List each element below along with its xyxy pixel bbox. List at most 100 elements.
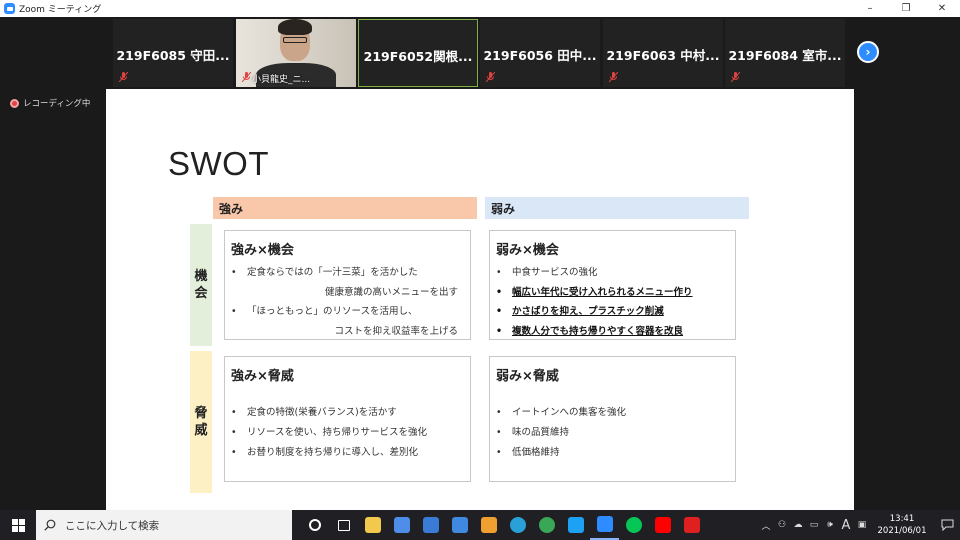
taskbar-app-acrobat[interactable]: [677, 510, 706, 540]
participant-tile[interactable]: 219F6085 守田...: [113, 19, 233, 87]
mail-icon: [451, 517, 468, 533]
column-header-weakness: 弱み: [485, 197, 749, 219]
taskbar-app-twitter[interactable]: [561, 510, 590, 540]
taskbar-app-youtube[interactable]: [648, 510, 677, 540]
participant-name: 219F6085 守田...: [116, 48, 230, 63]
taskbar-app-mail-at[interactable]: [416, 510, 445, 540]
ime-mode-indicator[interactable]: A: [838, 518, 854, 533]
taskbar-clock[interactable]: 13:41 2021/06/01: [870, 513, 934, 537]
swot-box-list: イートインへの集客を強化 味の品質維持 低価格維持: [496, 403, 731, 463]
participant-tile-active-speaker[interactable]: 219F6052関根...: [358, 19, 478, 87]
gallery-next-page-button[interactable]: ›: [857, 41, 879, 63]
swot-box-strength-threat: 強み×脅威 定食の特徴(栄養バランス)を活かす リソースを使い、持ち帰りサービス…: [224, 356, 471, 482]
taskbar-app-edge[interactable]: [503, 510, 532, 540]
participant-tile[interactable]: 219F6056 田中...: [480, 19, 600, 87]
participant-video-tile[interactable]: 小貝龍史_ニ...: [236, 19, 356, 87]
search-icon: [44, 519, 56, 531]
chrome-icon: [538, 517, 555, 533]
taskbar-app-store[interactable]: [387, 510, 416, 540]
row-header-threat: 脅 威: [190, 351, 212, 493]
taskbar-app-chrome[interactable]: [532, 510, 561, 540]
file-explorer-icon: [364, 517, 381, 533]
taskbar-search-box[interactable]: ここに入力して検索: [36, 510, 292, 540]
search-placeholder: ここに入力して検索: [65, 519, 160, 532]
battery-icon[interactable]: ▭: [806, 520, 822, 530]
line-icon: [625, 517, 642, 533]
list-item-emphasized: 複数人分でも持ち帰りやすく容器を改良: [496, 322, 731, 342]
window-title: Zoom ミーティング: [19, 5, 102, 15]
system-tray: ︿ ⚇ ☁ ▭ 🕪 A ▣ 13:41 2021/06/01: [758, 510, 960, 540]
onedrive-cloud-icon[interactable]: ☁: [790, 520, 806, 530]
taskbar-app-file-explorer[interactable]: [358, 510, 387, 540]
twitter-icon: [567, 517, 584, 533]
row-header-char: 威: [194, 423, 208, 438]
taskbar-pinned-apps: [300, 510, 706, 540]
show-hidden-icons-chevron-icon[interactable]: ︿: [758, 519, 774, 532]
participant-gallery: 219F6085 守田... 小貝龍史_ニ... 219F6052関根... 2…: [0, 17, 960, 89]
list-item-continuation: 健康意識の高いメニューを出す: [324, 286, 458, 298]
list-item: 「ほっともっと」のリソースを活用し、: [231, 302, 466, 322]
participant-name: 219F6063 中村...: [606, 48, 720, 63]
swot-box-list: 定食の特徴(栄養バランス)を活かす リソースを使い、持ち帰りサービスを強化 お替…: [231, 403, 466, 463]
list-item: お替り制度を持ち帰りに導入し、差別化: [231, 443, 466, 463]
acrobat-icon: [683, 517, 700, 533]
taskbar-app-mail[interactable]: [445, 510, 474, 540]
people-icon[interactable]: ⚇: [774, 520, 790, 530]
notification-icon: [941, 519, 953, 531]
clock-date: 2021/06/01: [877, 526, 927, 536]
shared-screen-slide: SWOT 強み 弱み 機 会 脅 威 強み×機会 定食ならではの「一汁三菜」を活…: [106, 89, 854, 510]
participant-tile[interactable]: 219F6063 中村...: [603, 19, 723, 87]
participant-tile[interactable]: 219F6084 室市...: [725, 19, 845, 87]
row-header-char: 機: [194, 269, 208, 284]
list-item: 定食の特徴(栄養バランス)を活かす: [231, 403, 466, 423]
recording-indicator[interactable]: レコーディング中: [10, 97, 90, 109]
participant-name: 219F6056 田中...: [483, 48, 597, 63]
zoom-logo-icon: [4, 3, 15, 14]
taskbar-app-zoom[interactable]: [590, 510, 619, 540]
windows-logo-icon: [11, 518, 25, 532]
start-button[interactable]: [0, 510, 36, 540]
action-center-button[interactable]: [934, 510, 960, 540]
recording-label: レコーディング中: [23, 99, 91, 109]
muted-mic-icon: [731, 72, 740, 82]
participant-name: 219F6052関根...: [363, 49, 473, 64]
swot-box-title: 強み×機会: [231, 243, 294, 258]
window-title-bar: Zoom ミーティング – ❐ ✕: [0, 0, 960, 17]
volume-icon[interactable]: 🕪: [822, 520, 838, 530]
mail-at-icon: [422, 517, 439, 533]
muted-mic-icon: [242, 72, 251, 82]
ime-icon[interactable]: ▣: [854, 520, 870, 530]
windows-taskbar: ここに入力して検索 ︿ ⚇ ☁ ▭ 🕪 A ▣ 13:41 2021/06/01: [0, 510, 960, 540]
minimize-button[interactable]: –: [852, 3, 888, 14]
media-icon: [480, 517, 497, 533]
list-item: 中食サービスの強化: [496, 263, 731, 283]
list-item: 低価格維持: [496, 443, 731, 463]
swot-box-title: 弱み×機会: [496, 243, 559, 258]
taskbar-app-media[interactable]: [474, 510, 503, 540]
swot-box-list: 定食ならではの「一汁三菜」を活かした 健康意識の高いメニューを出す 「ほっともっ…: [231, 263, 466, 341]
list-item: 味の品質維持: [496, 423, 731, 443]
edge-icon: [509, 517, 526, 533]
close-button[interactable]: ✕: [924, 3, 960, 14]
swot-box-title: 弱み×脅威: [496, 369, 559, 384]
muted-mic-icon: [486, 72, 495, 82]
task-view-icon: [337, 519, 350, 531]
clock-time: 13:41: [889, 514, 915, 524]
row-header-char: 脅: [194, 406, 208, 421]
row-header-char: 会: [194, 286, 208, 301]
maximize-button[interactable]: ❐: [888, 3, 924, 14]
list-item: イートインへの集客を強化: [496, 403, 731, 423]
list-item: リソースを使い、持ち帰りサービスを強化: [231, 423, 466, 443]
taskbar-app-line[interactable]: [619, 510, 648, 540]
row-header-opportunity: 機 会: [190, 224, 212, 346]
store-icon: [393, 517, 410, 533]
taskbar-app-cortana[interactable]: [300, 510, 329, 540]
zoom-icon: [596, 516, 613, 532]
swot-box-weakness-threat: 弱み×脅威 イートインへの集客を強化 味の品質維持 低価格維持: [489, 356, 736, 482]
taskbar-app-task-view[interactable]: [329, 510, 358, 540]
swot-box-strength-opportunity: 強み×機会 定食ならではの「一汁三菜」を活かした 健康意識の高いメニューを出す …: [224, 230, 471, 340]
youtube-icon: [654, 517, 671, 533]
swot-box-title: 強み×脅威: [231, 369, 294, 384]
recording-icon: [10, 98, 19, 108]
slide-title: SWOT: [168, 145, 269, 182]
